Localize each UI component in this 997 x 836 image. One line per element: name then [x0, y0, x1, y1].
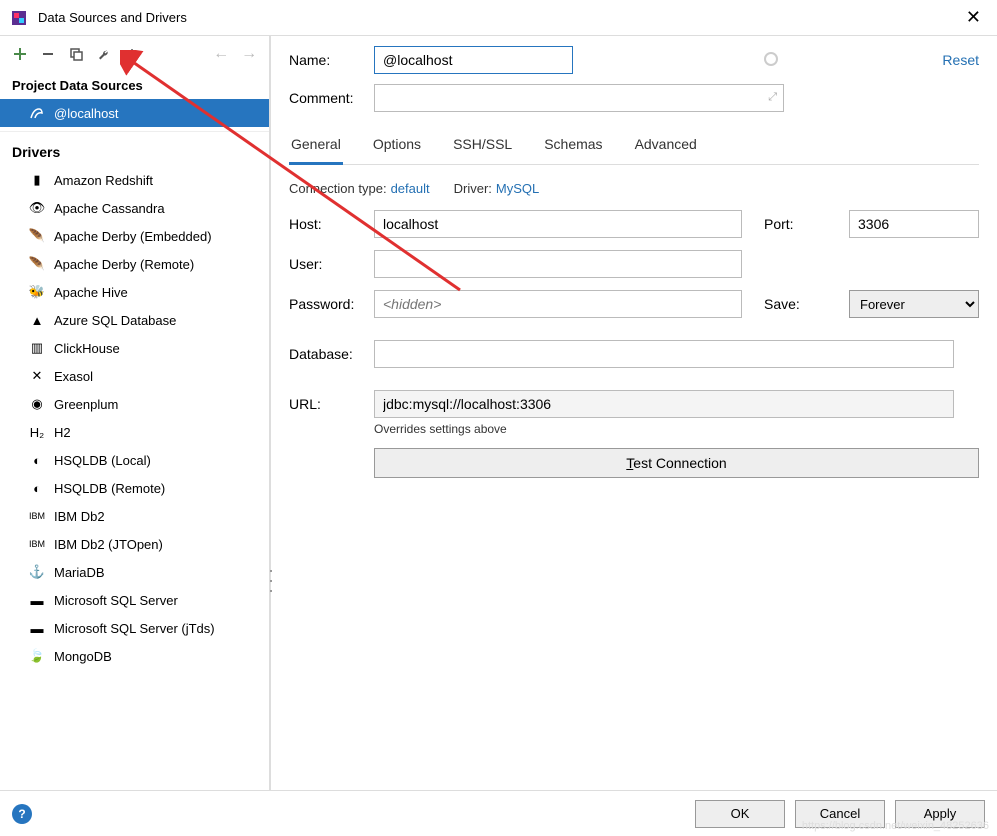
- driver-item[interactable]: ◉Greenplum: [0, 390, 269, 418]
- datasource-item-localhost[interactable]: @localhost: [0, 99, 269, 127]
- driver-icon: 🍃: [28, 647, 46, 665]
- user-label: User:: [289, 256, 374, 272]
- driver-item[interactable]: ▬Microsoft SQL Server (jTds): [0, 614, 269, 642]
- password-input[interactable]: [374, 290, 742, 318]
- driver-icon: ◐: [28, 451, 46, 469]
- remove-icon[interactable]: [36, 42, 60, 66]
- driver-item[interactable]: ◐HSQLDB (Remote): [0, 474, 269, 502]
- driver-icon: 🪶: [28, 255, 46, 273]
- help-icon[interactable]: ?: [12, 804, 32, 824]
- driver-item[interactable]: ▬Microsoft SQL Server: [0, 586, 269, 614]
- tab-options[interactable]: Options: [371, 128, 423, 164]
- driver-icon: ▲: [28, 311, 46, 329]
- save-select[interactable]: Forever: [849, 290, 979, 318]
- driver-icon: 🐝: [28, 283, 46, 301]
- driver-icon: ◉: [28, 395, 46, 413]
- test-connection-button[interactable]: Test Connection: [374, 448, 979, 478]
- project-data-sources-header: Project Data Sources: [0, 72, 269, 99]
- add-icon[interactable]: [8, 42, 32, 66]
- name-label: Name:: [289, 52, 374, 68]
- driver-item[interactable]: 🪶Apache Derby (Remote): [0, 250, 269, 278]
- driver-icon: H₂: [28, 423, 46, 441]
- driver-icon: 🪶: [28, 227, 46, 245]
- port-label: Port:: [764, 216, 849, 232]
- driver-icon: IBM: [28, 507, 46, 525]
- close-icon[interactable]: ✕: [960, 7, 987, 28]
- url-input[interactable]: [374, 390, 954, 418]
- driver-icon: ▬: [28, 591, 46, 609]
- name-input[interactable]: [374, 46, 573, 74]
- save-label: Save:: [764, 296, 849, 312]
- tab-advanced[interactable]: Advanced: [633, 128, 699, 164]
- driver-item[interactable]: ✕Exasol: [0, 362, 269, 390]
- sidebar-toolbar: ← →: [0, 36, 269, 72]
- driver-icon: 👁: [28, 199, 46, 217]
- host-label: Host:: [289, 216, 374, 232]
- ok-button[interactable]: OK: [695, 800, 785, 828]
- datasource-label: @localhost: [54, 106, 119, 121]
- color-chooser-icon[interactable]: [764, 52, 778, 66]
- comment-input[interactable]: ⤢: [374, 84, 784, 112]
- tab-schemas[interactable]: Schemas: [542, 128, 604, 164]
- driver-icon: ◐: [28, 479, 46, 497]
- driver-item[interactable]: IBMIBM Db2 (JTOpen): [0, 530, 269, 558]
- url-note: Overrides settings above: [374, 422, 979, 436]
- tab-ssh-ssl[interactable]: SSH/SSL: [451, 128, 514, 164]
- mysql-icon: [28, 104, 46, 122]
- driver-item[interactable]: ▲Azure SQL Database: [0, 306, 269, 334]
- connection-type-label: Connection type:: [289, 181, 387, 196]
- driver-icon: ▥: [28, 339, 46, 357]
- driver-item[interactable]: 🪶Apache Derby (Embedded): [0, 222, 269, 250]
- driver-item[interactable]: ⚓MariaDB: [0, 558, 269, 586]
- driver-icon: ▬: [28, 619, 46, 637]
- driver-icon: ▮: [28, 171, 46, 189]
- watermark: https://blog.csdn.net/weixin_48252636: [802, 820, 989, 832]
- driver-icon: IBM: [28, 535, 46, 553]
- user-input[interactable]: [374, 250, 742, 278]
- connection-type-link[interactable]: default: [391, 181, 430, 196]
- driver-item[interactable]: ◐HSQLDB (Local): [0, 446, 269, 474]
- driver-icon: ⚓: [28, 563, 46, 581]
- wrench-icon[interactable]: [92, 42, 116, 66]
- password-label: Password:: [289, 296, 374, 312]
- driver-icon: ✕: [28, 367, 46, 385]
- driver-item[interactable]: 🍃MongoDB: [0, 642, 269, 670]
- drivers-header: Drivers: [0, 132, 269, 166]
- url-label: URL:: [289, 396, 374, 412]
- driver-link[interactable]: MySQL: [496, 181, 539, 196]
- driver-item[interactable]: IBMIBM Db2: [0, 502, 269, 530]
- driver-item[interactable]: H₂H2: [0, 418, 269, 446]
- app-icon: [10, 9, 28, 27]
- driver-item[interactable]: ▥ClickHouse: [0, 334, 269, 362]
- host-input[interactable]: [374, 210, 742, 238]
- driver-item[interactable]: ▮Amazon Redshift: [0, 166, 269, 194]
- back-icon[interactable]: ←: [209, 42, 233, 66]
- port-input[interactable]: [849, 210, 979, 238]
- import-icon[interactable]: [120, 42, 144, 66]
- tab-general[interactable]: General: [289, 128, 343, 165]
- copy-icon[interactable]: [64, 42, 88, 66]
- splitter[interactable]: [270, 36, 271, 796]
- content-pane: Name: Reset Comment: ⤢ General Options S…: [271, 36, 997, 796]
- reset-link[interactable]: Reset: [942, 52, 979, 68]
- database-label: Database:: [289, 346, 374, 362]
- driver-label: Driver:: [454, 181, 492, 196]
- expand-icon[interactable]: ⤢: [768, 91, 777, 104]
- window-title: Data Sources and Drivers: [38, 10, 960, 25]
- tab-bar: General Options SSH/SSL Schemas Advanced: [289, 128, 979, 165]
- drivers-list: ▮Amazon Redshift 👁Apache Cassandra 🪶Apac…: [0, 166, 269, 796]
- sidebar: ← → Project Data Sources @localhost Driv…: [0, 36, 270, 796]
- database-input[interactable]: [374, 340, 954, 368]
- titlebar: Data Sources and Drivers ✕: [0, 0, 997, 36]
- driver-item[interactable]: 👁Apache Cassandra: [0, 194, 269, 222]
- forward-icon[interactable]: →: [237, 42, 261, 66]
- comment-label: Comment:: [289, 90, 374, 106]
- driver-item[interactable]: 🐝Apache Hive: [0, 278, 269, 306]
